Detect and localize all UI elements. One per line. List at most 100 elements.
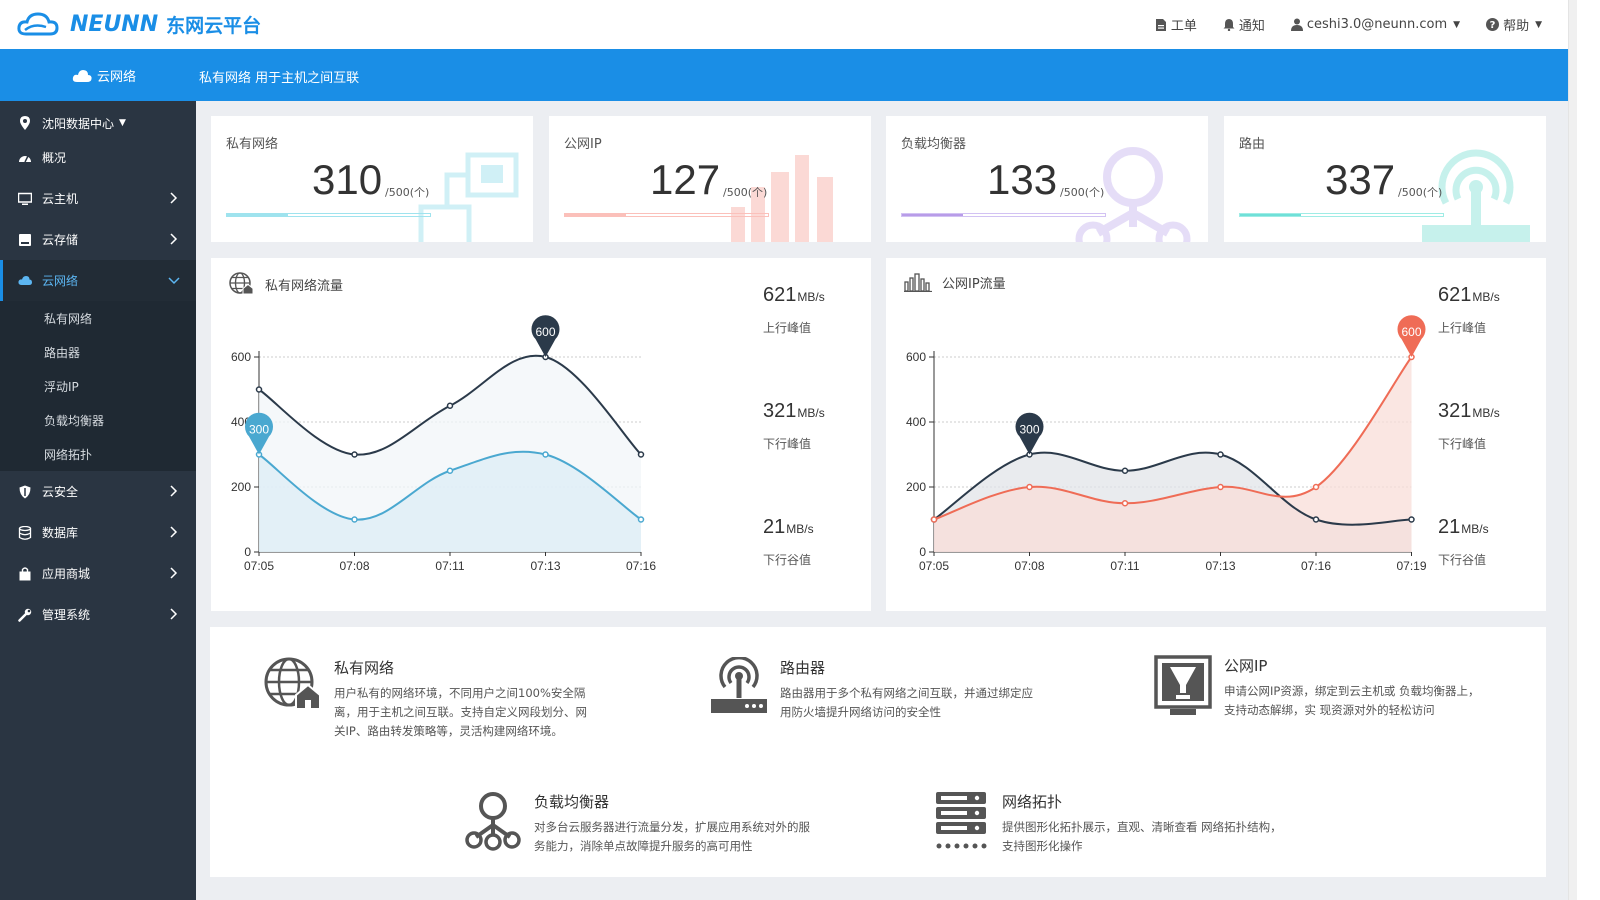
sidebar-item-security[interactable]: 云安全 <box>0 471 196 512</box>
y-tick-label: 600 <box>231 350 251 364</box>
bar-chart-icon <box>904 273 932 292</box>
y-tick-label: 0 <box>244 545 251 559</box>
sidebar-item-label: 应用商城 <box>42 567 91 581</box>
sub-item-load-balancer[interactable]: 负载均衡器 <box>0 403 196 437</box>
sidebar: 沈阳数据中心 ▼ 概况 云主机 云存储 云网络 私有网络 路由器 浮动IP 负载… <box>0 101 196 900</box>
data-point <box>930 516 938 523</box>
series-area <box>934 357 1412 552</box>
data-point <box>351 451 358 458</box>
svg-text:?: ? <box>1490 20 1496 31</box>
top-menu: 工单 通知 ceshi3.0@neunn.com ▼ ? 帮助 ▼ <box>1155 0 1568 49</box>
location-pin-icon <box>20 116 30 130</box>
info-desc-line: 支持图形化操作 <box>1002 839 1083 853</box>
card-capacity: /500(个) <box>723 186 768 199</box>
card-label: 公网IP <box>564 137 602 152</box>
notify-menu[interactable]: 通知 <box>1223 15 1265 34</box>
sidebar-item-overview[interactable]: 概况 <box>0 137 196 178</box>
cloud-icon <box>18 275 32 285</box>
stat-label: 上行峰值 <box>763 321 812 335</box>
card-capacity: /500(个) <box>1398 186 1443 199</box>
stat-up-peak: 621MB/s 上行峰值 <box>763 284 825 400</box>
stat-down-valley: 21MB/s 下行谷值 <box>763 516 825 632</box>
info-desc-line: 支持动态解绑，实 现资源对外的轻松访问 <box>1224 703 1435 717</box>
card-label: 私有网络 <box>226 137 279 152</box>
data-point <box>1121 467 1129 474</box>
stat-unit: MB/s <box>1461 522 1489 536</box>
sub-item-floating-ip[interactable]: 浮动IP <box>0 369 196 403</box>
y-tick-label: 0 <box>919 545 926 559</box>
x-tick-label: 07:05 <box>244 559 274 573</box>
help-label: 帮助 <box>1503 19 1530 34</box>
chevron-right-icon <box>170 567 178 579</box>
router-icon <box>711 657 767 713</box>
help-menu[interactable]: ? 帮助 ▼ <box>1486 15 1542 34</box>
sidebar-item-label: 云主机 <box>42 192 79 206</box>
data-point <box>1026 483 1033 491</box>
logo-cn-text: 东网云平台 <box>166 14 262 37</box>
sidebar-item-appstore[interactable]: 应用商城 <box>0 553 196 594</box>
x-tick-label: 07:08 <box>339 559 369 573</box>
logo[interactable]: NEUNN 东网云平台 <box>16 10 261 38</box>
card-value: 337 <box>1325 156 1396 203</box>
info-title: 公网IP <box>1224 657 1268 675</box>
card-label: 负载均衡器 <box>901 137 967 152</box>
info-desc: 提供图形化拓扑展示，直观、清晰查看 网络拓扑结构， 支持图形化操作 <box>1002 818 1282 856</box>
card-progress-bar <box>564 213 769 217</box>
sidebar-item-label: 数据库 <box>42 526 79 540</box>
info-desc-line: 关IP、路由转发策略等，灵活构建网络环境。 <box>334 724 563 738</box>
sidebar-item-admin[interactable]: 管理系统 <box>0 594 196 635</box>
section-desc: 私有网络 用于主机之间互联 <box>199 71 360 86</box>
card-capacity: /500(个) <box>1060 186 1105 199</box>
chart-title: 私有网络流量 <box>229 272 343 296</box>
x-tick-label: 07:11 <box>1110 559 1139 573</box>
chart-stats: 621MB/s 上行峰值 321MB/s 下行峰值 21MB/s 下行谷值 <box>763 284 825 632</box>
data-point <box>446 467 454 474</box>
ticket-menu[interactable]: 工单 <box>1155 15 1197 34</box>
info-private-network: 私有网络 用户私有的网络环境，不同用户之间100%安全隔 离，用于主机之间互联。… <box>264 657 587 741</box>
page-scrollbar[interactable] <box>1568 0 1600 900</box>
x-tick-label: 07:13 <box>1205 559 1235 573</box>
stat-up-peak: 621MB/s 上行峰值 <box>1438 284 1500 400</box>
stat-card-load-balancer[interactable]: 负载均衡器 133 /500(个) <box>886 116 1208 242</box>
scrollbar-track[interactable] <box>1568 0 1577 900</box>
sidebar-item-database[interactable]: 数据库 <box>0 512 196 553</box>
sub-item-router[interactable]: 路由器 <box>0 335 196 369</box>
stat-unit: MB/s <box>786 522 814 536</box>
chart-card-public-ip: 0 200 400 600 07:05 07:08 07:11 07:13 07:16 07:19… <box>886 258 1546 611</box>
info-desc: 用户私有的网络环境，不同用户之间100%安全隔 离，用于主机之间互联。支持自定义… <box>334 684 587 741</box>
stat-card-public-ip[interactable]: 公网IP 127 /500(个) <box>549 116 871 242</box>
chart-title: 公网IP流量 <box>904 272 1006 292</box>
bell-icon <box>1223 19 1235 31</box>
card-progress-fill <box>227 214 288 216</box>
sub-item-topology[interactable]: 网络拓扑 <box>0 437 196 471</box>
user-menu[interactable]: ceshi3.0@neunn.com ▼ <box>1290 17 1460 32</box>
stat-card-private-network[interactable]: 私有网络 310 /500(个) <box>211 116 533 242</box>
stat-value: 621 <box>1438 284 1472 306</box>
data-point <box>351 516 358 523</box>
stat-value: 321 <box>1438 400 1472 422</box>
info-desc-line: 离，用于主机之间互联。支持自定义网段划分、网 <box>334 705 587 719</box>
data-point <box>542 451 549 458</box>
load-balancer-icon <box>465 792 521 851</box>
info-load-balancer: 负载均衡器 对多台云服务器进行流量分发，扩展应用系统对外的服 务能力，消除单点故… <box>464 791 810 856</box>
sub-item-private-network[interactable]: 私有网络 <box>0 301 196 335</box>
logo-text: NEUNN <box>70 11 159 37</box>
sidebar-item-label: 云安全 <box>42 485 79 499</box>
question-icon: ? <box>1486 18 1500 31</box>
stat-card-router[interactable]: 路由 337 /500(个) <box>1224 116 1546 242</box>
database-icon <box>18 525 32 540</box>
info-desc: 路由器用于多个私有网络之间互联，并通过绑定应 用防火墙提升网络访问的安全性 <box>780 684 1033 722</box>
feature-info-panel: 私有网络 用户私有的网络环境，不同用户之间100%安全隔 离，用于主机之间互联。… <box>210 627 1546 877</box>
info-title: 网络拓扑 <box>1002 793 1063 811</box>
y-tick-label: 600 <box>906 350 926 364</box>
card-capacity: /500(个) <box>385 186 430 199</box>
info-desc-line: 对多台云服务器进行流量分发，扩展应用系统对外的服 <box>534 820 810 834</box>
sidebar-item-storage[interactable]: 云存储 <box>0 219 196 260</box>
wrench-icon <box>18 608 32 622</box>
info-desc: 对多台云服务器进行流量分发，扩展应用系统对外的服 务能力，消除单点故障提升服务的… <box>534 818 810 856</box>
info-router: 路由器 路由器用于多个私有网络之间互联，并通过绑定应 用防火墙提升网络访问的安全… <box>710 657 1033 722</box>
card-value: 310 <box>312 156 383 203</box>
sidebar-item-vm[interactable]: 云主机 <box>0 178 196 219</box>
info-public-ip: 公网IP 申请公网IP资源，绑定到云主机或 负载均衡器上， 支持动态解绑，实 现… <box>1154 655 1479 720</box>
sidebar-item-network[interactable]: 云网络 <box>0 260 196 301</box>
